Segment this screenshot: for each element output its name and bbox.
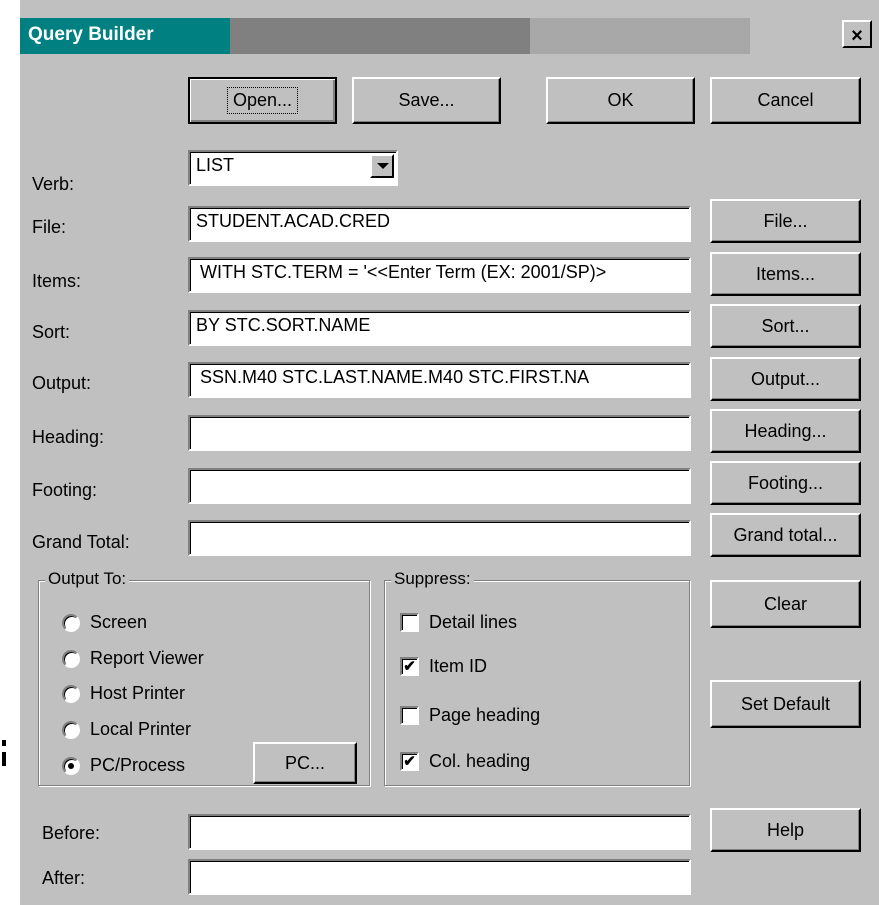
footing-button[interactable]: Footing... — [710, 461, 861, 505]
after-label: After: — [42, 868, 86, 888]
radio-button[interactable] — [62, 720, 80, 739]
output-button-label: Output... — [750, 368, 821, 389]
after-field[interactable] — [188, 859, 691, 895]
checkbox-item-id[interactable]: ✔ Item ID — [400, 656, 487, 677]
output-to-title: Output To: — [45, 569, 130, 589]
open-button-label: Open... — [226, 87, 299, 114]
file-field[interactable]: STUDENT.ACAD.CRED — [188, 206, 691, 242]
items-button-label: Items... — [755, 263, 815, 284]
heading-field[interactable] — [188, 415, 691, 451]
save-button[interactable]: Save... — [352, 77, 501, 124]
items-value: WITH STC.TERM = '<<Enter Term (EX: 2001/… — [200, 262, 607, 282]
sort-button-label: Sort... — [761, 315, 810, 336]
radio-host-printer[interactable]: Host Printer — [62, 683, 185, 704]
radio-button[interactable] — [62, 684, 80, 703]
items-field[interactable]: WITH STC.TERM = '<<Enter Term (EX: 2001/… — [188, 257, 691, 293]
checkbox-detail-lines[interactable]: Detail lines — [400, 612, 517, 633]
set-default-button-label: Set Default — [740, 693, 831, 714]
checkbox-label: Item ID — [429, 656, 488, 676]
sort-field[interactable]: BY STC.SORT.NAME — [188, 310, 691, 346]
cancel-button-label: Cancel — [757, 90, 814, 110]
cancel-button[interactable]: Cancel — [710, 77, 861, 124]
heading-label: Heading: — [32, 427, 105, 447]
before-label: Before: — [42, 823, 101, 843]
grand-total-button[interactable]: Grand total... — [710, 513, 861, 557]
radio-button-selected[interactable] — [62, 756, 80, 775]
window-title: Query Builder — [28, 24, 154, 45]
grand-total-button-label: Grand total... — [733, 524, 838, 545]
clear-button-label: Clear — [763, 593, 807, 614]
edge-mark — [2, 740, 6, 746]
close-button[interactable]: × — [842, 20, 872, 48]
set-default-button[interactable]: Set Default — [710, 680, 861, 728]
radio-screen[interactable]: Screen — [62, 612, 147, 633]
checkbox[interactable] — [400, 706, 419, 725]
sort-label: Sort: — [32, 322, 71, 342]
sort-value: BY STC.SORT.NAME — [196, 315, 371, 335]
radio-label: Host Printer — [90, 683, 186, 703]
radio-button[interactable] — [62, 613, 80, 632]
items-button[interactable]: Items... — [710, 252, 861, 296]
open-button[interactable]: Open... — [188, 77, 337, 124]
checkbox-col-heading[interactable]: ✔ Col. heading — [400, 751, 530, 772]
radio-report-viewer[interactable]: Report Viewer — [62, 648, 204, 669]
file-value: STUDENT.ACAD.CRED — [196, 211, 391, 231]
radio-local-printer[interactable]: Local Printer — [62, 719, 191, 740]
verb-label: Verb: — [32, 174, 75, 194]
output-field[interactable]: SSN.M40 STC.LAST.NAME.M40 STC.FIRST.NA — [188, 362, 691, 398]
verb-value: LIST — [196, 155, 235, 175]
background-window-edge — [0, 0, 20, 905]
verb-select[interactable]: LIST — [188, 150, 398, 186]
ok-button-label: OK — [607, 90, 634, 110]
heading-button[interactable]: Heading... — [710, 409, 861, 453]
radio-button[interactable] — [62, 649, 80, 668]
close-icon: × — [851, 25, 863, 47]
radio-label: Screen — [90, 612, 148, 632]
sort-button[interactable]: Sort... — [710, 304, 861, 348]
ok-button[interactable]: OK — [546, 77, 695, 124]
footing-button-label: Footing... — [747, 472, 824, 493]
file-button-label: File... — [763, 210, 808, 231]
help-button-label: Help — [766, 819, 805, 840]
items-label: Items: — [32, 271, 82, 291]
edge-mark — [2, 752, 6, 766]
title-bar[interactable]: Query Builder × — [20, 18, 875, 54]
radio-label: Report Viewer — [90, 648, 204, 668]
before-field[interactable] — [188, 814, 691, 850]
file-label: File: — [32, 217, 67, 237]
checkbox-label: Page heading — [429, 705, 541, 725]
grand-total-field[interactable] — [188, 520, 691, 556]
clear-button[interactable]: Clear — [710, 580, 861, 628]
chevron-down-icon[interactable] — [370, 154, 394, 178]
output-button[interactable]: Output... — [710, 357, 861, 401]
pc-button[interactable]: PC... — [253, 742, 357, 784]
checkmark-icon[interactable]: ✔ — [400, 657, 419, 676]
footing-label: Footing: — [32, 480, 98, 500]
heading-button-label: Heading... — [744, 420, 827, 441]
output-value: SSN.M40 STC.LAST.NAME.M40 STC.FIRST.NA — [200, 367, 590, 387]
checkmark-icon[interactable]: ✔ — [400, 752, 419, 771]
save-button-label: Save... — [398, 90, 455, 110]
pc-button-label: PC... — [284, 752, 325, 773]
suppress-title: Suppress: — [391, 569, 474, 589]
file-button[interactable]: File... — [710, 199, 861, 243]
checkbox[interactable] — [400, 613, 419, 632]
grand-total-label: Grand Total: — [32, 532, 130, 552]
checkbox-label: Detail lines — [429, 612, 518, 632]
radio-label: PC/Process — [90, 755, 186, 775]
radio-pc-process[interactable]: PC/Process — [62, 755, 185, 776]
radio-label: Local Printer — [90, 719, 192, 739]
checkbox-label: Col. heading — [429, 751, 531, 771]
footing-field[interactable] — [188, 468, 691, 504]
help-button[interactable]: Help — [710, 808, 861, 852]
checkbox-page-heading[interactable]: Page heading — [400, 705, 540, 726]
output-label: Output: — [32, 373, 92, 393]
